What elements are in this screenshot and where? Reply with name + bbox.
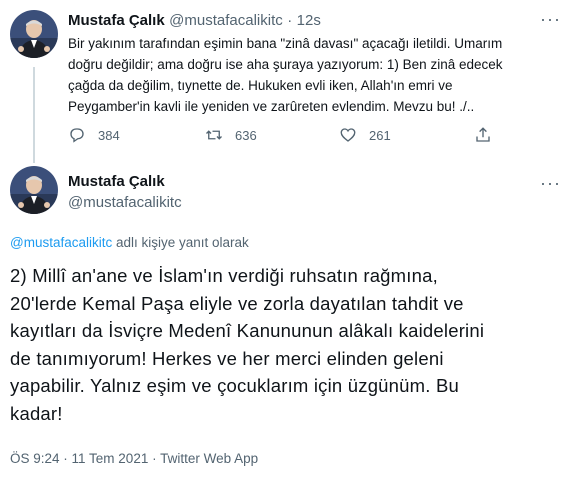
focused-tweet-line: yapabilir. Yalnız eşim ve çocuklarım içi…	[10, 375, 459, 396]
reply-button[interactable]: 384	[68, 126, 120, 144]
author-name-second[interactable]: Mustafa Çalık	[68, 173, 165, 190]
like-count: 261	[369, 127, 391, 143]
reply-context: @mustafacalikitc adlı kişiye yanıt olara…	[10, 235, 249, 250]
focused-tweet-line: de tanımıyorum! Herkes ve her merci elin…	[10, 347, 444, 369]
tweet-timestamp[interactable]: ÖS 9:24 · 11 Tem 2021 · Twitter Web App	[10, 451, 258, 466]
thread-line	[33, 67, 35, 163]
focused-tweet-line: 2) Millî an'ane ve İslam'ın verdiği ruhs…	[10, 265, 438, 286]
focused-tweet-text: 2) Millî an'ane ve İslam'ın verdiği ruhs…	[10, 262, 575, 427]
more-icon[interactable]: ···	[540, 174, 561, 192]
retweet-count: 636	[235, 127, 257, 143]
tweet-text-line: doğru değildir; ama doğru ise aha şuraya…	[68, 57, 503, 72]
tweet-text-line: çağda da değilim, tıynette de. Hukuken e…	[68, 78, 453, 93]
avatar-second-tweet[interactable]	[10, 166, 58, 214]
share-icon	[476, 127, 490, 142]
focused-tweet-line: kayıtları da İsviçre Medenî Kanununun al…	[10, 320, 485, 341]
share-button[interactable]	[474, 126, 504, 144]
retweet-icon	[206, 130, 222, 140]
separator-dot: ·	[287, 12, 293, 29]
tweet-time[interactable]: 12s	[297, 12, 321, 29]
author-name[interactable]: Mustafa Çalık	[68, 12, 165, 29]
avatar-first-tweet[interactable]	[10, 10, 58, 58]
focused-tweet-line: 20'lerde Kemal Paşa eliyle ve zorla daya…	[10, 292, 464, 314]
reply-count: 384	[98, 127, 120, 143]
focused-tweet-line: kadar!	[10, 402, 63, 424]
author-handle[interactable]: @mustafacalikitc	[169, 12, 283, 29]
more-icon[interactable]: ···	[540, 10, 561, 28]
tweet-text-line: Bir yakınım tarafından eşimin bana "zinâ…	[68, 36, 503, 51]
reply-to-suffix: adlı kişiye yanıt olarak	[116, 235, 249, 250]
tweet-text-line: Peygamber'in kavli ile yeniden ve zarûre…	[68, 99, 475, 114]
reply-to-link[interactable]: @mustafacalikitc	[10, 235, 112, 250]
heart-icon	[340, 128, 356, 142]
author-handle-second[interactable]: @mustafacalikitc	[68, 194, 182, 211]
retweet-button[interactable]: 636	[205, 126, 257, 144]
reply-icon	[70, 128, 84, 143]
tweet-text: Bir yakınım tarafından eşimin bana "zinâ…	[68, 33, 568, 117]
like-button[interactable]: 261	[339, 126, 391, 144]
